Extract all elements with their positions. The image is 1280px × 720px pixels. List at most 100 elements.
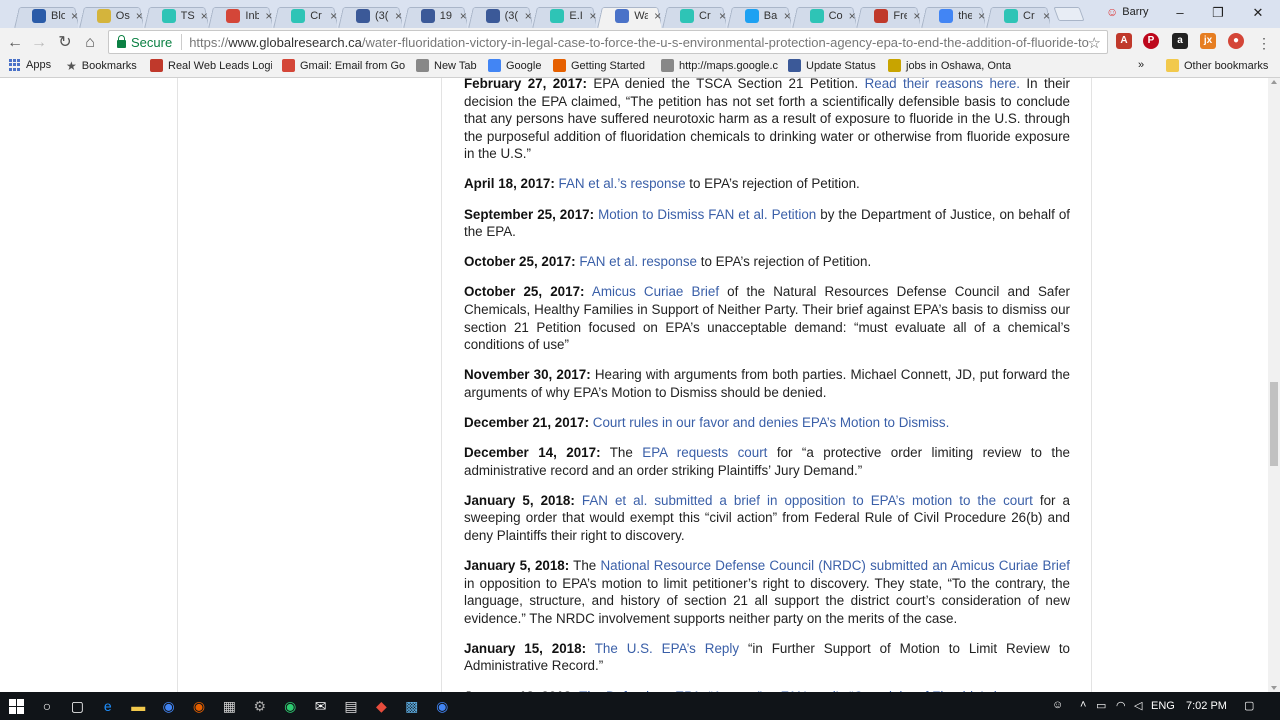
tab-10[interactable]: Cr × (662, 3, 726, 28)
file-explorer-icon[interactable]: ▬ (128, 696, 148, 716)
tab-close-icon[interactable]: × (460, 9, 467, 23)
battery-icon[interactable]: ▭ (1096, 699, 1106, 712)
bookmark-item[interactable]: http://maps.google.c (661, 59, 778, 72)
entry-link[interactable]: Read their reasons here. (865, 78, 1020, 91)
edge-icon[interactable]: e (98, 696, 118, 716)
bookmarks-overflow-chevron[interactable]: » (1138, 59, 1144, 71)
tab-close-icon[interactable]: × (589, 9, 596, 23)
notifications-icon[interactable]: ▢ (1244, 699, 1254, 712)
scroll-down-arrow-icon[interactable] (1271, 686, 1277, 690)
brave-icon[interactable]: ◆ (371, 696, 391, 716)
tab-9[interactable]: Wa × (597, 3, 661, 28)
tab-15[interactable]: Cr × (986, 3, 1050, 28)
other-bookmarks[interactable]: Other bookmarks (1166, 59, 1268, 72)
tab-13[interactable]: Fre × (856, 3, 920, 28)
entry-link[interactable]: EPA requests court (642, 445, 767, 460)
address-bar[interactable]: Secure https://www.globalresearch.ca/wat… (108, 30, 1108, 54)
tab-close-icon[interactable]: × (654, 9, 661, 23)
volume-icon[interactable]: ◁ (1134, 699, 1142, 712)
green-app-icon[interactable]: ◉ (280, 696, 300, 716)
jx-extension-icon[interactable]: jx (1200, 33, 1216, 49)
people-icon[interactable]: ☺ (1052, 699, 1063, 711)
tab-close-icon[interactable]: × (71, 9, 78, 23)
cortana-icon[interactable]: ○ (37, 696, 57, 716)
tab-close-icon[interactable]: × (330, 9, 337, 23)
entry-link[interactable]: The U.S. EPA’s Reply (595, 641, 739, 656)
paint-icon[interactable]: ▩ (402, 696, 422, 716)
bookmark-item[interactable]: Real Web Leads Logi (150, 59, 272, 72)
network-icon[interactable]: ⚙ (250, 696, 270, 716)
entry-link[interactable]: National Resource Defense Council (NRDC)… (600, 558, 1070, 573)
red-extension-icon[interactable]: ● (1228, 33, 1244, 49)
tab-close-icon[interactable]: × (395, 9, 402, 23)
tab-0[interactable]: Blo × (14, 3, 78, 28)
tab-close-icon[interactable]: × (978, 9, 985, 23)
tab-close-icon[interactable]: × (265, 9, 272, 23)
task-view-icon[interactable]: ▢ (67, 696, 87, 716)
bookmark-item[interactable]: Gmail: Email from Go (282, 59, 405, 72)
bookmark-item[interactable]: Google (488, 59, 541, 72)
bookmark-item[interactable]: ★ Bookmarks (66, 59, 137, 73)
close-window-button[interactable]: ✕ (1246, 4, 1270, 22)
home-button[interactable]: ⌂ (79, 32, 101, 54)
bookmark-item[interactable]: Update Status (788, 59, 876, 72)
tab-close-icon[interactable]: × (525, 9, 532, 23)
bookmark-item[interactable]: jobs in Oshawa, Onta (888, 59, 1011, 72)
mail-icon[interactable]: ✉ (311, 696, 331, 716)
tab-close-icon[interactable]: × (1043, 9, 1050, 23)
start-button[interactable] (6, 696, 26, 716)
notepad-icon[interactable]: ▤ (341, 696, 361, 716)
tab-8[interactable]: E.I × (532, 3, 596, 28)
bookmark-item[interactable]: New Tab (416, 59, 477, 72)
tab-6[interactable]: 19 × (403, 3, 467, 28)
entry-link[interactable]: FAN et al. submitted a brief in oppositi… (582, 493, 1033, 508)
url-text[interactable]: https://www.globalresearch.ca/water-fluo… (189, 35, 1089, 50)
vertical-scrollbar[interactable] (1268, 78, 1280, 692)
minimize-button[interactable]: – (1168, 4, 1192, 22)
forward-button[interactable]: → (28, 32, 50, 54)
scrollbar-thumb[interactable] (1270, 382, 1278, 466)
tab-12[interactable]: Co × (792, 3, 856, 28)
secure-indicator[interactable]: Secure (109, 35, 172, 50)
entry-link[interactable]: FAN et al. response (579, 254, 697, 269)
tab-close-icon[interactable]: × (136, 9, 143, 23)
entry-link[interactable]: Motion to Dismiss FAN et al. Petition (598, 207, 816, 222)
language-indicator[interactable]: ENG (1151, 700, 1175, 712)
tab-close-icon[interactable]: × (784, 9, 791, 23)
tab-4[interactable]: Cr × (273, 3, 337, 28)
calculator-icon[interactable]: ▦ (219, 696, 239, 716)
new-tab-button[interactable] (1053, 7, 1085, 21)
adblock-extension-icon[interactable]: A (1116, 33, 1132, 49)
tray-chevron-icon[interactable]: ˄ (1080, 699, 1086, 711)
tab-11[interactable]: Ba × (727, 3, 791, 28)
scroll-up-arrow-icon[interactable] (1271, 80, 1277, 84)
tab-2[interactable]: TS × (144, 3, 208, 28)
profile-button[interactable]: ☺ Barry (1106, 5, 1149, 19)
menu-icon[interactable]: ⋮ (1253, 32, 1275, 54)
chrome-icon[interactable]: ◉ (159, 696, 179, 716)
pinterest-extension-icon[interactable]: P (1143, 33, 1159, 49)
entry-link[interactable]: FAN et al.’s response (559, 176, 686, 191)
entry-link[interactable]: Amicus Curiae Brief (592, 284, 719, 299)
reload-button[interactable]: ↻ (54, 32, 76, 54)
bookmark-item[interactable]: Getting Started (553, 59, 645, 72)
chrome-icon[interactable]: ◉ (432, 696, 452, 716)
tab-close-icon[interactable]: × (201, 9, 208, 23)
tab-close-icon[interactable]: × (719, 9, 726, 23)
restore-button[interactable]: ❐ (1206, 4, 1230, 22)
tab-1[interactable]: Os × (79, 3, 143, 28)
back-button[interactable]: ← (4, 32, 26, 54)
wifi-icon[interactable]: ◠ (1116, 699, 1126, 712)
firefox-icon[interactable]: ◉ (189, 696, 209, 716)
tab-close-icon[interactable]: × (849, 9, 856, 23)
system-clock[interactable]: 7:02 PM (1186, 700, 1227, 712)
entry-link[interactable]: Court rules in our favor and denies EPA’… (593, 415, 950, 430)
tab-5[interactable]: (3(× (338, 3, 402, 28)
amazon-extension-icon[interactable]: a (1172, 33, 1188, 49)
tab-14[interactable]: the × (921, 3, 985, 28)
bookmark-item[interactable]: Apps (9, 59, 51, 71)
tab-close-icon[interactable]: × (913, 9, 920, 23)
tab-3[interactable]: Inb × (208, 3, 272, 28)
bookmark-star-icon[interactable]: ☆ (1088, 34, 1101, 52)
tab-7[interactable]: (3(× (468, 3, 532, 28)
